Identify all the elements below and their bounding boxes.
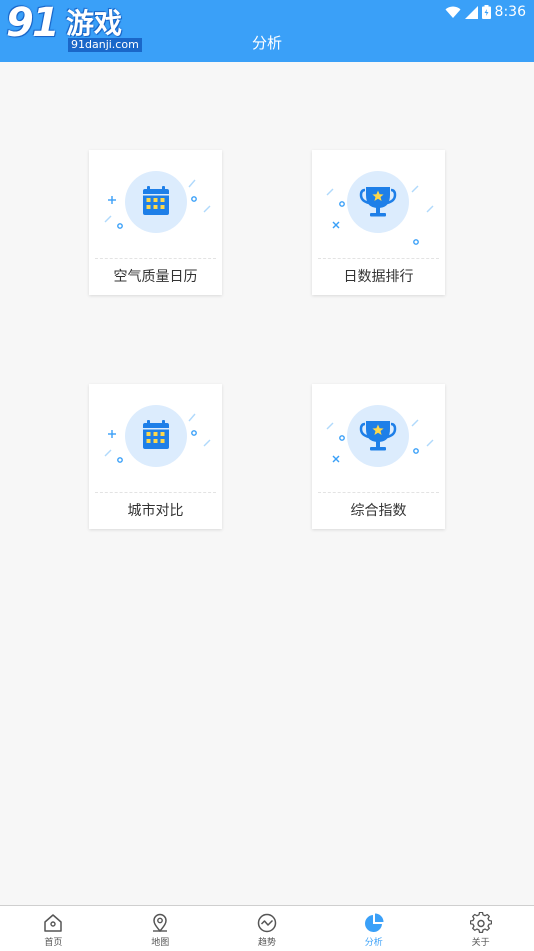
card-composite-index[interactable]: 综合指数 (312, 384, 445, 529)
pie-chart-icon (364, 913, 384, 932)
tab-label: 趋势 (257, 938, 276, 948)
battery-icon (481, 5, 491, 19)
page-title: 分析 (251, 34, 282, 52)
status-bar: 8:36 (445, 2, 526, 22)
card-illustration (104, 171, 211, 233)
gear-icon (469, 912, 492, 933)
trend-icon (257, 913, 277, 933)
card-illustration (104, 405, 211, 467)
calendar-icon (143, 186, 169, 215)
calendar-icon (143, 420, 169, 449)
bottom-tab-bar: 首页 地图 趋势 分析 关于 (0, 905, 534, 951)
tab-trend[interactable]: 趋势 (214, 906, 321, 951)
card-label: 空气质量日历 (113, 269, 198, 285)
card-divider (318, 492, 439, 493)
card-divider (318, 258, 439, 259)
tab-label: 分析 (364, 938, 383, 948)
signal-icon (464, 5, 478, 19)
home-icon (44, 914, 63, 932)
card-air-quality-calendar[interactable]: 空气质量日历 (89, 150, 222, 295)
card-city-comparison[interactable]: 城市对比 (89, 384, 222, 529)
card-daily-ranking[interactable]: 日数据排行 (312, 150, 445, 295)
wifi-icon (445, 6, 461, 18)
tab-about[interactable]: 关于 (427, 906, 534, 951)
tab-home[interactable]: 首页 (0, 906, 107, 951)
tab-label: 首页 (44, 938, 63, 948)
tab-analysis[interactable]: 分析 (320, 906, 427, 951)
status-time: 8:36 (494, 4, 526, 20)
card-illustration (326, 405, 434, 467)
card-divider (95, 492, 216, 493)
card-label: 城市对比 (127, 503, 184, 519)
card-illustration (326, 171, 434, 245)
tab-label: 关于 (471, 938, 490, 948)
card-label: 综合指数 (350, 503, 407, 519)
tab-map[interactable]: 地图 (107, 906, 214, 951)
card-label: 日数据排行 (343, 269, 414, 285)
card-divider (95, 258, 216, 259)
tab-label: 地图 (151, 938, 170, 948)
map-pin-icon (153, 913, 168, 933)
app-header: 91 游戏 91danji.com 8:36 分析 (0, 0, 534, 62)
